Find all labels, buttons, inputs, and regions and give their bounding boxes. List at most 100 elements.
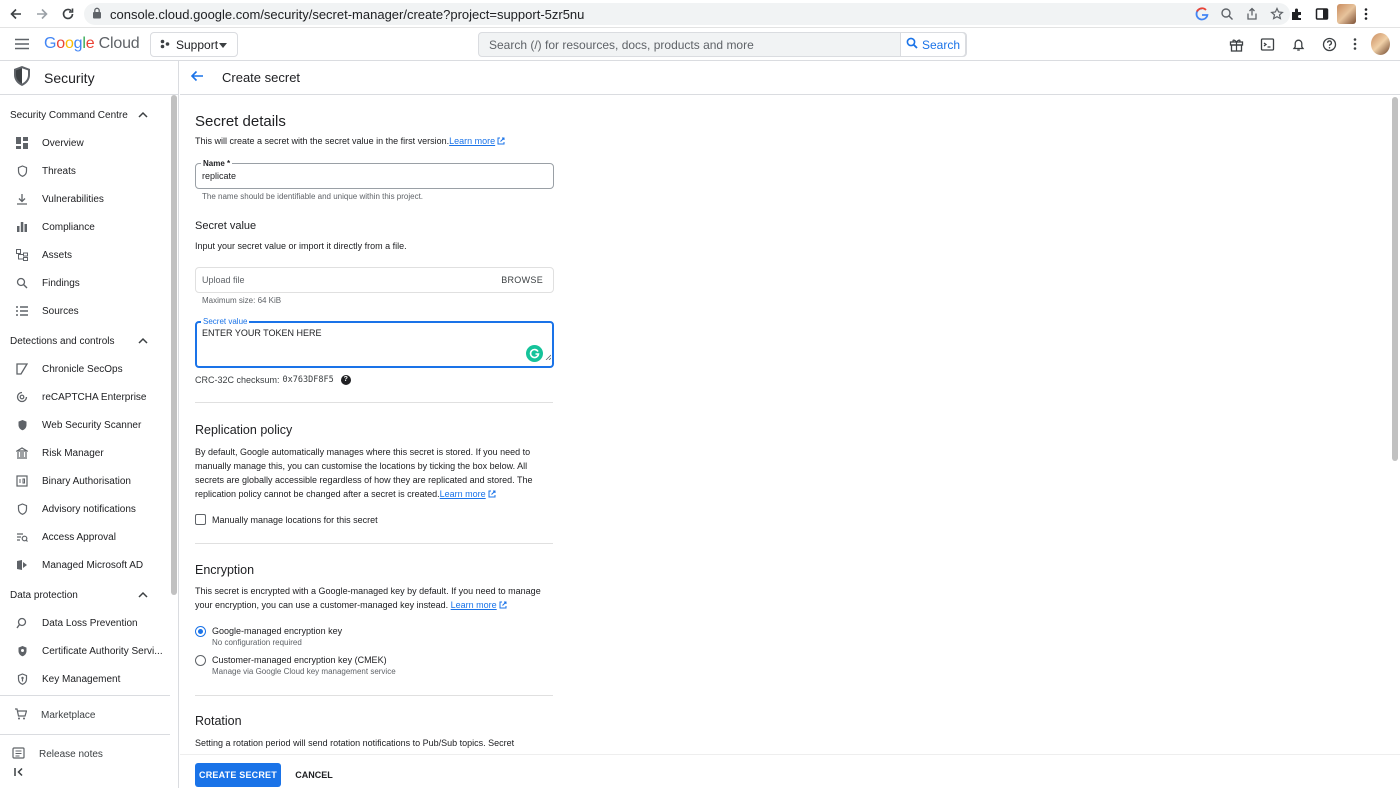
- radio-customer-managed[interactable]: Customer-managed encryption key (CMEK) M…: [195, 655, 396, 676]
- caret-down-icon: [219, 43, 227, 48]
- grammarly-icon[interactable]: [526, 345, 543, 362]
- profile-avatar[interactable]: [1337, 4, 1356, 24]
- sidebar-item-access-approval[interactable]: Access Approval: [0, 523, 170, 551]
- page-title: Create secret: [222, 70, 301, 85]
- sidebar-item-advisory-notifications[interactable]: Advisory notifications: [0, 495, 170, 523]
- help-circle-icon[interactable]: ?: [340, 375, 351, 385]
- replication-description: By default, Google automatically manages…: [195, 445, 545, 502]
- sidebar-scrollbar[interactable]: [171, 95, 177, 595]
- shield-check-icon: [16, 419, 28, 431]
- sidebar-item-vulnerabilities[interactable]: Vulnerabilities: [0, 185, 170, 213]
- learn-more-link[interactable]: Learn more: [451, 600, 497, 610]
- sidebar-item-label: reCAPTCHA Enterprise: [42, 391, 147, 403]
- sidebar-item-web-security-scanner[interactable]: Web Security Scanner: [0, 411, 170, 439]
- search-button[interactable]: Search: [900, 32, 966, 57]
- sidebar-item-sources[interactable]: Sources: [0, 297, 170, 325]
- back-arrow-icon[interactable]: [190, 69, 204, 87]
- notes-icon: [12, 746, 25, 762]
- sidebar-item-managed-microsoft-ad[interactable]: Managed Microsoft AD: [0, 551, 170, 579]
- browse-button[interactable]: BROWSE: [501, 275, 543, 285]
- search-input[interactable]: Search (/) for resources, docs, products…: [478, 32, 967, 57]
- menu-icon[interactable]: [14, 37, 30, 56]
- sidebar-item-release-notes[interactable]: Release notes: [0, 737, 170, 771]
- sidebar-item-certificate-authority[interactable]: Certificate Authority Servi...: [0, 637, 170, 665]
- name-hint: The name should be identifiable and uniq…: [202, 192, 424, 201]
- account-avatar[interactable]: [1371, 33, 1390, 55]
- key-shield-icon: [16, 673, 28, 685]
- forward-icon[interactable]: [30, 2, 54, 26]
- share-icon[interactable]: [1242, 5, 1261, 23]
- side-panel-icon[interactable]: [1312, 4, 1331, 24]
- radio-google-managed[interactable]: Google-managed encryption key No configu…: [195, 626, 342, 647]
- radio-button[interactable]: [195, 655, 206, 666]
- name-field[interactable]: Name * replicate: [195, 159, 554, 189]
- google-lens-icon[interactable]: [1192, 5, 1211, 23]
- left-nav: Security Security Command Centre Overvie…: [0, 61, 179, 788]
- list-icon: [16, 305, 28, 317]
- back-icon[interactable]: [4, 2, 28, 26]
- sidebar-item-label: Assets: [42, 249, 73, 261]
- more-vert-icon[interactable]: [1362, 4, 1370, 24]
- bank-icon: [16, 447, 28, 459]
- manual-locations-checkbox-row[interactable]: Manually manage locations for this secre…: [195, 514, 378, 525]
- section-detections-and-controls[interactable]: Detections and controls: [0, 327, 170, 355]
- sidebar-item-key-management[interactable]: Key Management: [0, 665, 170, 693]
- sidebar-item-binary-authorisation[interactable]: Binary Authorisation: [0, 467, 170, 495]
- section-data-protection[interactable]: Data protection: [0, 581, 170, 609]
- main-content: Create secret Secret details This will c…: [180, 61, 1400, 788]
- dashboard-icon: [16, 137, 28, 149]
- sidebar-item-risk-manager[interactable]: Risk Manager: [0, 439, 170, 467]
- name-field-label: Name *: [201, 159, 233, 168]
- collapse-nav-icon[interactable]: [14, 764, 24, 782]
- project-name: Support: [176, 37, 219, 52]
- sidebar-item-overview[interactable]: Overview: [0, 129, 170, 157]
- learn-more-link[interactable]: Learn more: [449, 136, 495, 146]
- chevron-up-icon: [138, 336, 148, 347]
- encryption-description: This secret is encrypted with a Google-m…: [195, 584, 550, 613]
- zoom-icon[interactable]: [1217, 5, 1236, 23]
- project-picker[interactable]: Support: [150, 32, 238, 57]
- sidebar-item-marketplace[interactable]: Marketplace: [0, 698, 170, 732]
- sidebar-item-label: Risk Manager: [42, 447, 104, 459]
- cancel-button[interactable]: CANCEL: [292, 763, 336, 787]
- bar-chart-icon: [16, 221, 28, 233]
- resize-handle-icon[interactable]: [545, 347, 552, 365]
- main-scrollbar[interactable]: [1392, 97, 1398, 461]
- google-cloud-logo[interactable]: Google Cloud: [44, 35, 140, 53]
- search-placeholder: Search (/) for resources, docs, products…: [489, 37, 754, 52]
- checksum-value: 0x763DF8F5: [282, 375, 334, 385]
- reload-icon[interactable]: [56, 2, 80, 26]
- hierarchy-icon: [16, 249, 28, 261]
- learn-more-link[interactable]: Learn more: [440, 489, 486, 499]
- bookmark-star-icon[interactable]: [1267, 5, 1286, 23]
- secret-value-textarea[interactable]: Secret value ENTER YOUR TOKEN HERE: [195, 317, 554, 368]
- gift-icon[interactable]: [1227, 33, 1246, 55]
- section-title: Detections and controls: [10, 335, 115, 347]
- section-divider: [195, 402, 553, 403]
- sidebar-item-assets[interactable]: Assets: [0, 241, 170, 269]
- manual-locations-checkbox[interactable]: [195, 514, 206, 525]
- secret-details-description: This will create a secret with the secre…: [195, 134, 505, 149]
- more-vert-icon[interactable]: [1351, 33, 1359, 55]
- sidebar-item-findings[interactable]: Findings: [0, 269, 170, 297]
- address-bar[interactable]: console.cloud.google.com/security/secret…: [84, 3, 1290, 25]
- cloud-shell-icon[interactable]: [1258, 33, 1277, 55]
- sidebar-item-compliance[interactable]: Compliance: [0, 213, 170, 241]
- section-title: Data protection: [10, 589, 78, 601]
- external-link-icon: [499, 599, 507, 613]
- sidebar-item-recaptcha[interactable]: reCAPTCHA Enterprise: [0, 383, 170, 411]
- extensions-icon[interactable]: [1287, 4, 1306, 24]
- sidebar-item-label: Overview: [42, 137, 84, 149]
- notifications-icon[interactable]: [1289, 33, 1308, 55]
- approval-icon: [16, 531, 28, 543]
- section-security-command-centre[interactable]: Security Command Centre: [0, 101, 170, 129]
- sidebar-item-threats[interactable]: Threats: [0, 157, 170, 185]
- sidebar-item-data-loss-prevention[interactable]: Data Loss Prevention: [0, 609, 170, 637]
- upload-file-field[interactable]: Upload file BROWSE: [195, 267, 554, 293]
- create-secret-button[interactable]: CREATE SECRET: [195, 763, 281, 787]
- sidebar-item-chronicle-secops[interactable]: Chronicle SecOps: [0, 355, 170, 383]
- help-icon[interactable]: [1320, 33, 1339, 55]
- section-heading-rotation: Rotation: [195, 714, 242, 728]
- ad-icon: [16, 559, 28, 571]
- radio-button-selected[interactable]: [195, 626, 206, 637]
